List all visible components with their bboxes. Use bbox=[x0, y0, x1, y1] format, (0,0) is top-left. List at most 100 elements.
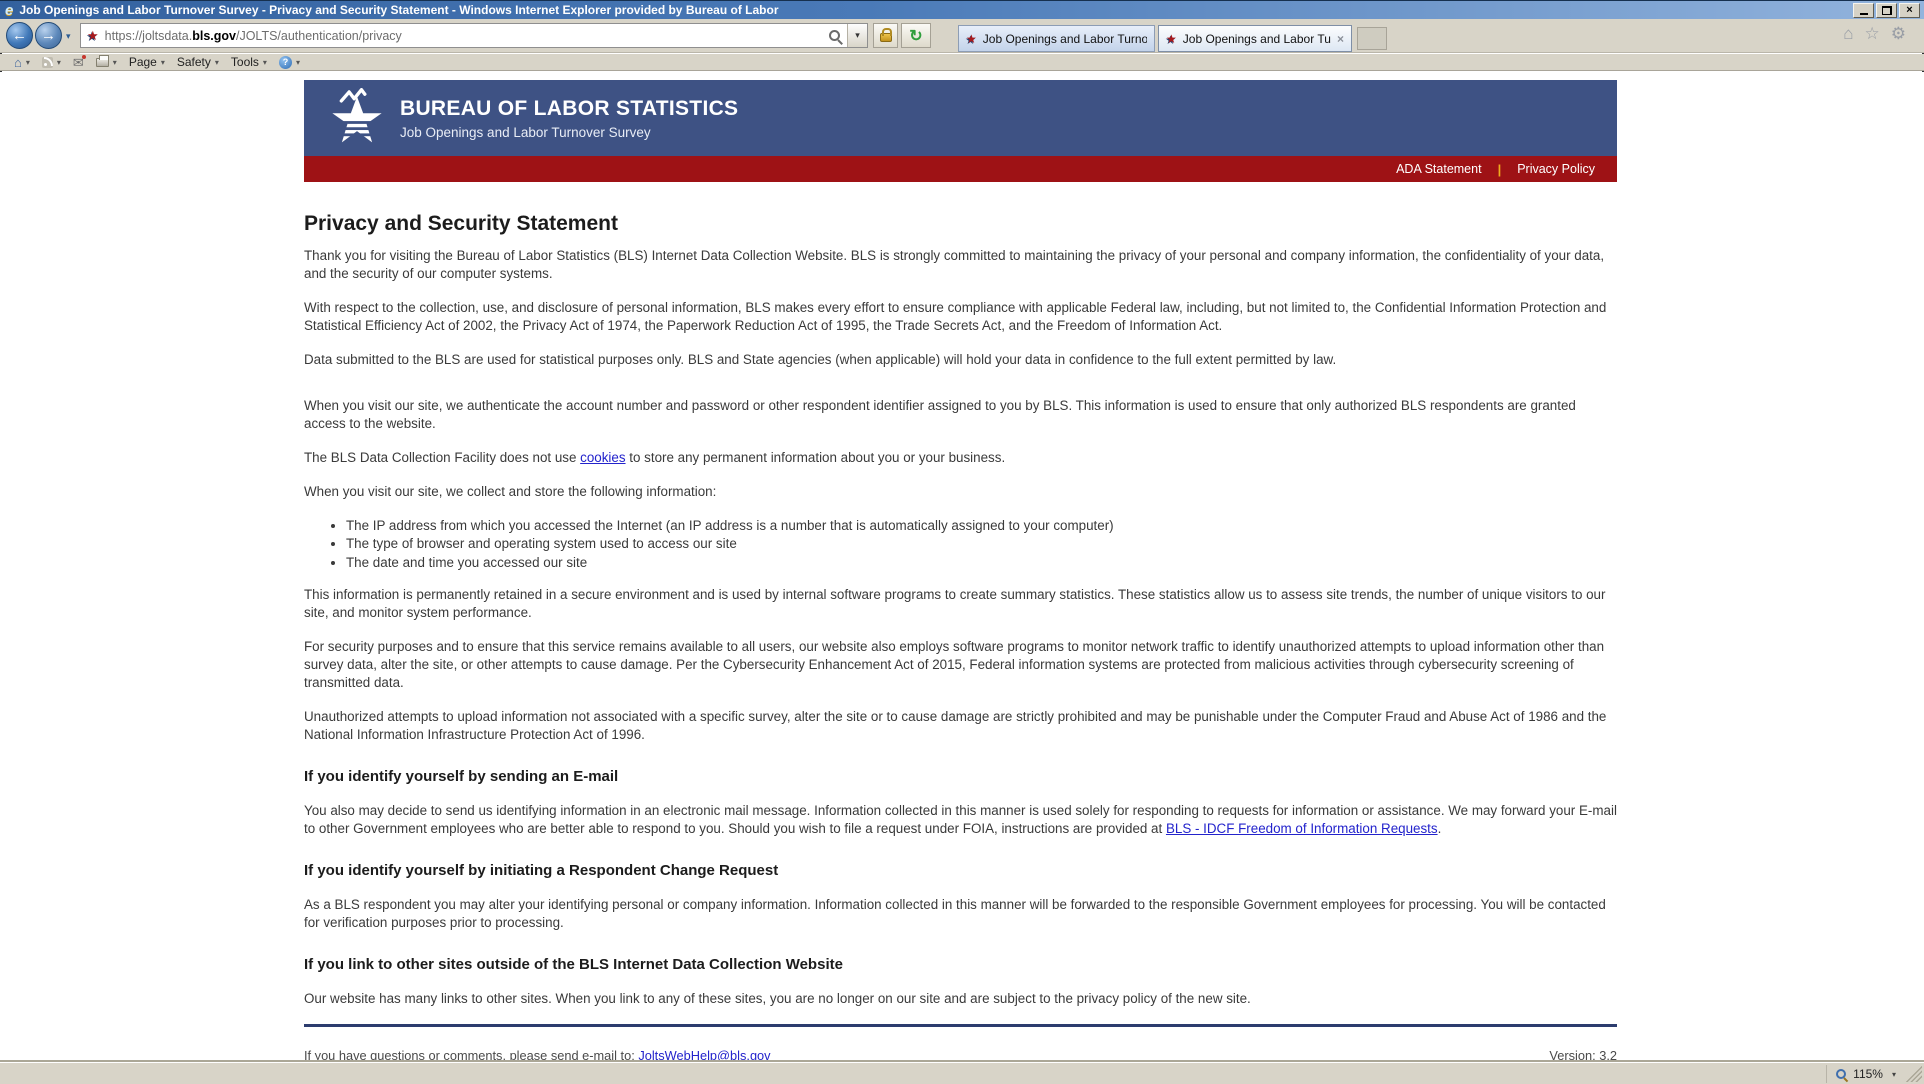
cookies-link[interactable]: cookies bbox=[580, 450, 625, 465]
minimize-button[interactable] bbox=[1853, 3, 1874, 18]
paragraph-collect-store: When you visit our site, we collect and … bbox=[304, 483, 1617, 501]
forward-arrow-icon: → bbox=[41, 27, 56, 44]
tab-label: Job Openings and Labor Turnov... bbox=[983, 32, 1147, 46]
zoom-magnifier-icon bbox=[1835, 1068, 1848, 1081]
safety-menu-button[interactable]: Safety ▾ bbox=[171, 54, 225, 70]
page-menu-button[interactable]: Page ▾ bbox=[123, 54, 171, 70]
feeds-menu-button[interactable]: ▾ bbox=[36, 54, 67, 70]
ada-statement-link[interactable]: ADA Statement bbox=[1396, 162, 1481, 176]
address-dropdown-button[interactable]: ▾ bbox=[847, 24, 867, 47]
back-arrow-icon: ← bbox=[12, 27, 27, 44]
email-link[interactable]: JoltsWebHelp@bls.gov bbox=[638, 1048, 770, 1062]
paragraph-intro: Thank you for visiting the Bureau of Lab… bbox=[304, 247, 1617, 283]
page-title: Privacy and Security Statement bbox=[304, 212, 1617, 236]
paragraph-email: You also may decide to send us identifyi… bbox=[304, 802, 1617, 838]
tools-menu-label: Tools bbox=[231, 55, 259, 69]
restore-icon bbox=[1882, 6, 1892, 15]
read-mail-button[interactable]: ✉ bbox=[67, 54, 90, 70]
footer-divider bbox=[304, 1024, 1617, 1027]
printer-icon bbox=[96, 58, 109, 67]
close-icon: × bbox=[1906, 5, 1912, 16]
version-text: Version: 3.2 bbox=[1549, 1048, 1617, 1062]
paragraph-security-monitoring: For security purposes and to ensure that… bbox=[304, 638, 1617, 692]
tab-favicon-icon: ★ bbox=[966, 32, 977, 46]
page-menu-label: Page bbox=[129, 55, 157, 69]
nav-separator: | bbox=[1498, 162, 1502, 177]
lock-icon bbox=[880, 33, 892, 42]
tab-favicon-icon: ★ bbox=[1166, 32, 1177, 46]
browser-toolbar-icons: ⌂ ☆ ⚙ bbox=[1843, 25, 1906, 42]
chevron-down-icon: ▾ bbox=[1892, 1070, 1896, 1079]
tools-menu-button[interactable]: Tools ▾ bbox=[225, 54, 273, 70]
paragraph-authentication: When you visit our site, we authenticate… bbox=[304, 397, 1617, 433]
help-icon: ? bbox=[279, 56, 292, 69]
privacy-policy-link[interactable]: Privacy Policy bbox=[1517, 162, 1595, 176]
masthead-text: BUREAU OF LABOR STATISTICS Job Openings … bbox=[400, 97, 738, 140]
tab-jolts-2-active[interactable]: ★ Job Openings and Labor Tur... × bbox=[1158, 25, 1352, 52]
resize-grip[interactable] bbox=[1905, 1065, 1922, 1082]
browser-window: e Job Openings and Labor Turnover Survey… bbox=[0, 0, 1924, 1084]
window-controls: × bbox=[1853, 3, 1920, 18]
list-item: The date and time you accessed our site bbox=[346, 554, 1617, 573]
title-bar: e Job Openings and Labor Turnover Survey… bbox=[0, 0, 1924, 19]
minimize-icon bbox=[1860, 6, 1868, 15]
status-bar: 115% ▾ bbox=[0, 1062, 1924, 1084]
chevron-down-icon: ▾ bbox=[57, 58, 61, 67]
zoom-level: 115% bbox=[1853, 1067, 1883, 1081]
chevron-down-icon: ▾ bbox=[113, 58, 117, 67]
back-button[interactable]: ← bbox=[6, 22, 33, 49]
forward-button[interactable]: → bbox=[35, 22, 62, 49]
bls-star-logo-icon bbox=[329, 88, 385, 148]
help-menu-button[interactable]: ? ▾ bbox=[273, 54, 306, 70]
refresh-icon: ↻ bbox=[909, 26, 922, 46]
section-heading-other-sites: If you link to other sites outside of th… bbox=[304, 956, 1617, 973]
content-column: BUREAU OF LABOR STATISTICS Job Openings … bbox=[304, 80, 1617, 1062]
security-lock-button[interactable] bbox=[873, 23, 898, 48]
paragraph-federal-law: With respect to the collection, use, and… bbox=[304, 299, 1617, 335]
foia-requests-link[interactable]: BLS - IDCF Freedom of Information Reques… bbox=[1166, 821, 1438, 836]
recent-pages-dropdown-icon[interactable]: ▾ bbox=[66, 31, 71, 42]
chevron-down-icon: ▾ bbox=[215, 58, 219, 67]
list-item: The IP address from which you accessed t… bbox=[346, 517, 1617, 536]
tab-strip: ★ Job Openings and Labor Turnov... ★ Job… bbox=[958, 24, 1387, 53]
home-icon[interactable]: ⌂ bbox=[1843, 25, 1853, 42]
search-icon[interactable] bbox=[827, 28, 842, 43]
paragraph-retention: This information is permanently retained… bbox=[304, 586, 1617, 622]
agency-name: BUREAU OF LABOR STATISTICS bbox=[400, 97, 738, 121]
favorites-star-icon[interactable]: ☆ bbox=[1865, 25, 1880, 42]
section-heading-change-request: If you identify yourself by initiating a… bbox=[304, 862, 1617, 879]
bls-star-favicon-icon: ★ bbox=[87, 29, 99, 42]
home-icon: ⌂ bbox=[14, 56, 22, 69]
paragraph-statistical-purposes: Data submitted to the BLS are used for s… bbox=[304, 351, 1617, 369]
tab-label: Job Openings and Labor Tur... bbox=[1183, 32, 1331, 46]
paragraph-change-request: As a BLS respondent you may alter your i… bbox=[304, 896, 1617, 932]
contact-text: If you have questions or comments, pleas… bbox=[304, 1048, 771, 1062]
home-menu-button[interactable]: ⌂ ▾ bbox=[8, 54, 36, 70]
collected-info-list: The IP address from which you accessed t… bbox=[330, 517, 1617, 573]
page-footer: If you have questions or comments, pleas… bbox=[304, 1048, 1617, 1062]
address-bar[interactable]: ★ https://joltsdata.bls.gov/JOLTS/authen… bbox=[80, 23, 868, 48]
refresh-button[interactable]: ↻ bbox=[901, 23, 931, 48]
settings-gear-icon[interactable]: ⚙ bbox=[1891, 25, 1906, 42]
navigation-bar: ← → ▾ ★ https://joltsdata.bls.gov/JOLTS/… bbox=[0, 19, 1924, 53]
chevron-down-icon: ▾ bbox=[26, 58, 30, 67]
print-menu-button[interactable]: ▾ bbox=[90, 54, 123, 70]
bls-masthead: BUREAU OF LABOR STATISTICS Job Openings … bbox=[304, 80, 1617, 156]
chevron-down-icon: ▾ bbox=[161, 58, 165, 67]
zoom-control-button[interactable]: 115% ▾ bbox=[1826, 1065, 1904, 1083]
utility-nav-bar: ADA Statement | Privacy Policy bbox=[304, 156, 1617, 182]
page-viewport: BUREAU OF LABOR STATISTICS Job Openings … bbox=[0, 72, 1924, 1062]
mail-icon: ✉ bbox=[73, 56, 84, 69]
survey-name: Job Openings and Labor Turnover Survey bbox=[400, 125, 738, 140]
close-button[interactable]: × bbox=[1899, 3, 1920, 18]
tab-close-icon[interactable]: × bbox=[1331, 32, 1344, 46]
tab-jolts-1[interactable]: ★ Job Openings and Labor Turnov... bbox=[958, 25, 1155, 52]
paragraph-other-sites: Our website has many links to other site… bbox=[304, 990, 1617, 1008]
window-title: Job Openings and Labor Turnover Survey -… bbox=[19, 3, 778, 17]
chevron-down-icon: ▾ bbox=[296, 58, 300, 67]
new-tab-button[interactable] bbox=[1357, 27, 1387, 50]
restore-button[interactable] bbox=[1876, 3, 1897, 18]
chevron-down-icon: ▾ bbox=[263, 58, 267, 67]
paragraph-cookies: The BLS Data Collection Facility does no… bbox=[304, 449, 1617, 467]
safety-menu-label: Safety bbox=[177, 55, 211, 69]
